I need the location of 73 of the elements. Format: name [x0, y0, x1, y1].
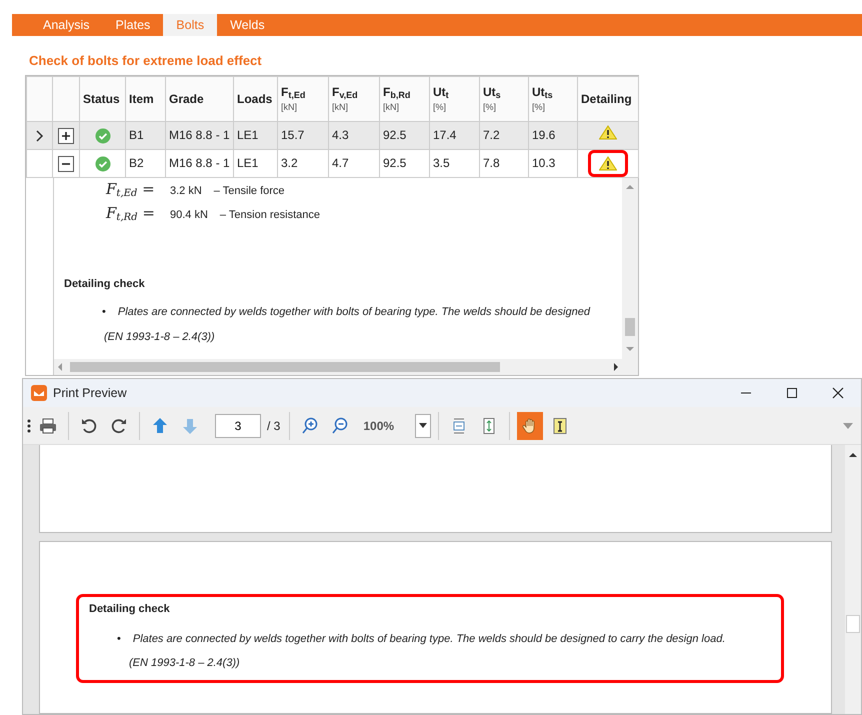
tab[interactable]: Analysis — [30, 14, 103, 36]
reference-text: (EN 1993-1-8 – 2.4(3)) — [103, 330, 216, 344]
column-header: Item — [126, 76, 166, 121]
close-icon[interactable] — [832, 387, 844, 399]
tab[interactable]: Bolts — [163, 14, 218, 36]
report-heading: Detailing check — [89, 603, 170, 615]
table-cell: 19.6 — [528, 121, 578, 149]
horizontal-scrollbar[interactable] — [54, 358, 638, 374]
page-field[interactable]: 3 — [215, 414, 261, 438]
column-header: F$_{b,Rd}$ [kN] — [380, 76, 430, 121]
report-text: Plates are connected by welds together with bolts of bearing type. The welds should be designed to carry the design load. — [132, 632, 726, 646]
bullet-marker: • — [117, 632, 121, 646]
scrollbar-thumb[interactable] — [625, 318, 635, 336]
table-cell: M16 8.8 - 1 — [166, 149, 234, 177]
scrollbar-thumb[interactable] — [70, 362, 500, 372]
table-cell: LE1 — [234, 121, 278, 149]
app-logo-icon — [31, 385, 47, 401]
expand-button[interactable] — [58, 128, 74, 144]
vertical-scrollbar[interactable] — [622, 178, 638, 358]
formula-value: 90.4 kN — [170, 208, 208, 222]
formula-value: 3.2 kN — [170, 184, 202, 198]
detail-text: Plates are connected by welds together with bolts of bearing type. The welds should be designed — [118, 305, 590, 320]
column-header: Ut$_{t}$ [%] — [430, 76, 480, 121]
table-cell: 92.5 — [380, 121, 430, 149]
table-cell: 3.5 — [430, 149, 480, 177]
table-cell: B1 — [126, 121, 166, 149]
column-header: Loads — [234, 76, 278, 121]
scrollbar-thumb[interactable] — [846, 615, 860, 633]
formula-description: – Tension resistance — [220, 208, 320, 222]
table-cell: M16 8.8 - 1 — [166, 121, 234, 149]
column-header: Detailing — [578, 76, 638, 121]
table-cell: 3.2 — [278, 149, 328, 177]
collapse-button[interactable] — [58, 156, 74, 172]
page-count: / 3 — [267, 418, 280, 434]
printer-icon[interactable] — [39, 416, 57, 434]
reference-text: (EN 1993-1-8 – 2.4(3)) — [129, 657, 240, 669]
table-cell: 92.5 — [380, 149, 430, 177]
tab[interactable]: Plates — [102, 14, 164, 36]
column-header: Status — [80, 76, 126, 121]
formula-symbol: F$_{t,Ed}$ = — [106, 178, 156, 200]
column-header: F$_{v,Ed}$ [kN] — [328, 76, 380, 121]
text-select-icon[interactable] — [551, 416, 570, 434]
table-cell: B2 — [126, 149, 166, 177]
column-header: Grade — [166, 76, 234, 121]
table-cell: 15.7 — [278, 121, 328, 149]
detail-heading: Detailing check — [64, 276, 146, 292]
column-header: Ut$_{ts}$ [%] — [528, 76, 578, 121]
column-header: F$_{t,Ed}$ [kN] — [278, 76, 328, 121]
table-cell: 4.7 — [328, 149, 380, 177]
bullet-marker: • — [102, 305, 106, 320]
table-cell: 7.8 — [480, 149, 528, 177]
dropdown-button[interactable] — [415, 414, 432, 438]
zoom-level: 100% — [362, 418, 396, 434]
maximize-icon[interactable] — [786, 387, 798, 399]
table-cell: LE1 — [234, 149, 278, 177]
up-arrow-icon[interactable] — [151, 416, 169, 434]
undo-icon[interactable] — [80, 416, 98, 434]
zoom-out-icon[interactable] — [331, 416, 350, 434]
toolbar-grip-icon[interactable] — [27, 418, 31, 434]
zoom-in-icon[interactable] — [301, 416, 320, 434]
redo-icon[interactable] — [110, 416, 128, 434]
formula-symbol: F$_{t,Rd}$ = — [106, 202, 156, 224]
tab[interactable]: Welds — [217, 14, 278, 36]
column-header: Ut$_{s}$ [%] — [480, 76, 528, 121]
table-cell: 7.2 — [480, 121, 528, 149]
caret-icon — [419, 422, 428, 428]
formula-description: – Tensile force — [214, 184, 285, 198]
window-title: Print Preview — [53, 384, 127, 402]
table-cell: 10.3 — [528, 149, 578, 177]
section-title: Check of bolts for extreme load effect — [29, 52, 263, 70]
table-cell: 17.4 — [430, 121, 480, 149]
vertical-scrollbar[interactable] — [845, 445, 861, 714]
table-cell: 4.3 — [328, 121, 380, 149]
